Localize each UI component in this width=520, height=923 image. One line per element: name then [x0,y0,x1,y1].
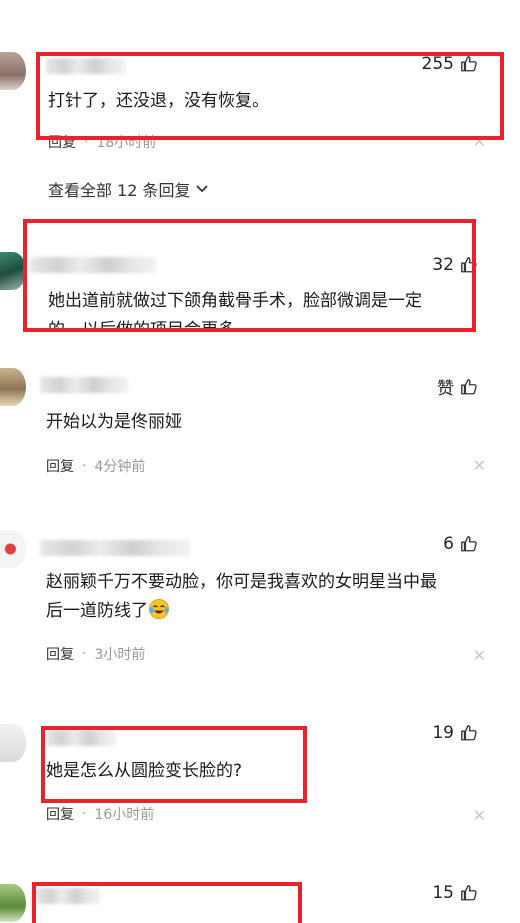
close-icon[interactable]: ✕ [473,456,486,475]
comment-text: 开始以为是佟丽娅 [46,412,182,432]
comment-meta: 回复 · 16小时前 [46,804,155,824]
avatar[interactable] [0,368,26,406]
highlight-box [32,882,302,923]
like-count[interactable]: 6 [443,534,478,554]
highlight-box [41,726,307,803]
thumbs-up-icon[interactable] [460,884,478,902]
avatar[interactable] [0,52,26,90]
view-all-replies[interactable]: 查看全部 12 条回复 [48,177,209,201]
comment-text: 赵丽颖千万不要动脸，你可是我喜欢的女明星当中最 后一道防线了 [46,572,437,621]
highlight-box [36,52,504,140]
close-icon[interactable]: ✕ [473,646,486,665]
thumbs-up-icon[interactable] [460,724,478,742]
reply-button[interactable]: 回复 [46,644,74,664]
comment-time: 16小时前 [94,807,155,823]
like-count[interactable]: 赞 [437,374,478,399]
chevron-down-icon [195,185,208,193]
thumbs-up-icon[interactable] [460,378,478,396]
comment-meta: 回复 · 4分钟前 [46,456,146,476]
avatar[interactable] [0,884,26,922]
highlight-box [23,219,476,332]
thumbs-up-icon[interactable] [460,535,478,553]
username-blurred [40,377,128,393]
reply-button[interactable]: 回复 [46,456,74,476]
like-count[interactable]: 19 [432,723,478,743]
close-icon[interactable]: ✕ [473,806,486,825]
avatar[interactable] [0,530,26,568]
reply-button[interactable]: 回复 [46,804,74,824]
comment-time: 4分钟前 [94,459,146,475]
comment-time: 3小时前 [94,647,146,663]
crying-laughing-emoji [149,599,169,619]
like-count[interactable]: 15 [432,883,478,903]
username-blurred [40,540,190,556]
comment-meta: 回复 · 3小时前 [46,644,146,664]
avatar[interactable] [0,724,26,762]
